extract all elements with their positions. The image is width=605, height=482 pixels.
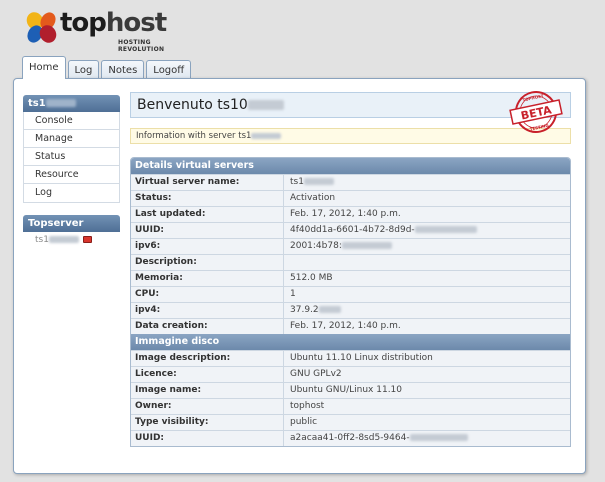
- row-label: Description:: [131, 255, 284, 270]
- table-row: Data creation: Feb. 17, 2012, 1:40 p.m.: [131, 318, 570, 334]
- row-label: Licence:: [131, 367, 284, 382]
- row-value: Ubuntu GNU/Linux 11.10: [290, 385, 403, 395]
- value-text: ts1: [290, 177, 304, 187]
- row-label: UUID:: [131, 431, 284, 446]
- row-label: ipv6:: [131, 239, 284, 254]
- table-row: Type visibility: public: [131, 414, 570, 430]
- table-row: CPU: 1: [131, 286, 570, 302]
- table-row: Status: Activation: [131, 190, 570, 206]
- row-label: Type visibility:: [131, 415, 284, 430]
- row-value: public: [290, 417, 318, 427]
- sidebar-server-header: ts1: [23, 95, 120, 112]
- topserver-item[interactable]: ts1: [23, 232, 120, 248]
- row-label: UUID:: [131, 223, 284, 238]
- row-value: 512.0 MB: [290, 273, 333, 283]
- table-row: ipv4: 37.9.2: [131, 302, 570, 318]
- content-panel: ts1 Console Manage Status Resource Log T…: [13, 78, 586, 474]
- logo-word-host: host: [105, 8, 167, 38]
- row-value: Feb. 17, 2012, 1:40 p.m.: [290, 209, 401, 219]
- row-value: 4f40dd1a-6601-4b72-8d9d-: [284, 223, 570, 238]
- row-label: Image description:: [131, 351, 284, 366]
- sidebar-item-log[interactable]: Log: [24, 184, 119, 202]
- row-label: ipv4:: [131, 303, 284, 318]
- value-text: 2001:4b78:: [290, 241, 342, 251]
- sidebar: ts1 Console Manage Status Resource Log T…: [23, 95, 120, 248]
- row-value: ts1: [284, 175, 570, 190]
- main-content: Benvenuto ts10 BETA TOPHOST TESTING Info…: [130, 91, 571, 447]
- row-label: Status:: [131, 191, 284, 206]
- image-header: Immagine disco: [131, 334, 570, 350]
- redacted-mark: [414, 226, 477, 233]
- table-row: UUID: 4f40dd1a-6601-4b72-8d9d-: [131, 222, 570, 238]
- redacted-mark: [45, 99, 76, 107]
- row-value: Activation: [290, 193, 336, 203]
- redacted-mark: [303, 178, 334, 185]
- beta-stamp-icon: BETA TOPHOST TESTING: [509, 91, 563, 133]
- details-header: Details virtual servers: [131, 158, 570, 174]
- redacted-mark: [318, 306, 341, 313]
- row-value: 2001:4b78:: [284, 239, 570, 254]
- redacted-mark: [251, 132, 282, 139]
- tab-notes[interactable]: Notes: [101, 60, 145, 80]
- sidebar-item-resource[interactable]: Resource: [24, 166, 119, 184]
- logo-word-top: top: [60, 8, 107, 38]
- sidebar-item-manage[interactable]: Manage: [24, 130, 119, 148]
- row-label: Data creation:: [131, 319, 284, 334]
- welcome-banner: Benvenuto ts10: [130, 92, 571, 118]
- row-label: CPU:: [131, 287, 284, 302]
- row-value: a2acaa41-0ff2-8sd5-9464-: [284, 431, 570, 446]
- logo-mark-icon: [26, 12, 57, 43]
- sidebar-server-title: ts1: [28, 98, 46, 109]
- value-text: 4f40dd1a-6601-4b72-8d9d-: [290, 225, 415, 235]
- redacted-mark: [247, 100, 284, 110]
- tab-log[interactable]: Log: [67, 60, 100, 80]
- table-row: Description:: [131, 254, 570, 270]
- table-row: Last updated: Feb. 17, 2012, 1:40 p.m.: [131, 206, 570, 222]
- value-text: a2acaa41-0ff2-8sd5-9464-: [290, 433, 410, 443]
- table-row: Virtual server name: ts1: [131, 174, 570, 190]
- table-row: Owner: tophost: [131, 398, 570, 414]
- server-status-icon[interactable]: [82, 236, 92, 243]
- topserver-item-label: ts1: [35, 235, 49, 245]
- table-row: Licence: GNU GPLv2: [131, 366, 570, 382]
- row-value: tophost: [290, 401, 325, 411]
- redacted-mark: [48, 236, 79, 243]
- redacted-mark: [409, 434, 468, 441]
- tab-logoff[interactable]: Logoff: [146, 60, 192, 80]
- row-value: 37.9.2: [284, 303, 570, 318]
- row-value: Ubuntu 11.10 Linux distribution: [290, 353, 433, 363]
- welcome-text: Benvenuto ts10: [137, 97, 248, 113]
- sidebar-menu: Console Manage Status Resource Log: [23, 112, 120, 203]
- topserver-header: Topserver: [23, 215, 120, 232]
- row-label: Memoria:: [131, 271, 284, 286]
- info-message: Information with server ts1: [130, 128, 571, 144]
- table-row: Image description: Ubuntu 11.10 Linux dis…: [131, 350, 570, 366]
- row-label: Virtual server name:: [131, 175, 284, 190]
- table-row: ipv6: 2001:4b78:: [131, 238, 570, 254]
- details-table: Details virtual servers Virtual server n…: [130, 157, 571, 447]
- row-label: Owner:: [131, 399, 284, 414]
- row-value: Feb. 17, 2012, 1:40 p.m.: [290, 321, 401, 331]
- tab-bar: Home Log Notes Logoff: [22, 56, 192, 80]
- table-row: Image name: Ubuntu GNU/Linux 11.10: [131, 382, 570, 398]
- logo-tagline: HOSTING REVOLUTION: [118, 39, 165, 53]
- sidebar-item-console[interactable]: Console: [24, 112, 119, 130]
- table-row: UUID: a2acaa41-0ff2-8sd5-9464-: [131, 430, 570, 446]
- row-label: Image name:: [131, 383, 284, 398]
- row-value: [284, 255, 570, 270]
- tab-home[interactable]: Home: [22, 56, 66, 79]
- tophost-logo: tophost HOSTING REVOLUTION: [24, 8, 184, 53]
- row-label: Last updated:: [131, 207, 284, 222]
- sidebar-item-status[interactable]: Status: [24, 148, 119, 166]
- redacted-mark: [341, 242, 392, 249]
- table-row: Memoria: 512.0 MB: [131, 270, 570, 286]
- value-text: 37.9.2: [290, 305, 319, 315]
- logo-wordmark: tophost: [60, 8, 167, 38]
- info-text: Information with server ts1: [136, 131, 252, 141]
- row-value: GNU GPLv2: [290, 369, 342, 379]
- topserver-section: Topserver ts1: [23, 215, 120, 248]
- row-value: 1: [290, 289, 296, 299]
